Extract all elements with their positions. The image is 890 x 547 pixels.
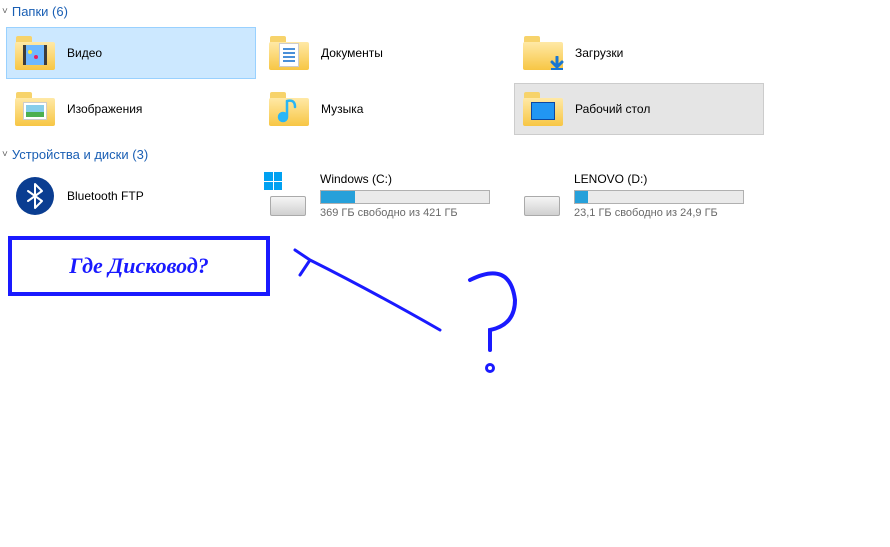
folders-grid: Видео Документы Загрузки Изображения <box>0 23 890 143</box>
device-label: Bluetooth FTP <box>67 189 144 203</box>
folder-music[interactable]: Музыка <box>260 83 510 135</box>
drive-info: Windows (C:) 369 ГБ свободно из 421 ГБ <box>320 172 506 219</box>
folder-video[interactable]: Видео <box>6 27 256 79</box>
folder-label: Видео <box>67 46 102 60</box>
devices-row: Bluetooth FTP Windows (C:) 369 ГБ свобод… <box>0 166 890 230</box>
devices-section-header[interactable]: ˅ Устройства и диски (3) <box>0 143 890 166</box>
folder-label: Документы <box>321 46 383 60</box>
annotation-arrow-icon <box>280 230 620 410</box>
downloads-folder-icon <box>519 29 567 77</box>
annotation-box: Где Дисковод? <box>8 236 270 296</box>
drive-c[interactable]: Windows (C:) 369 ГБ свободно из 421 ГБ <box>260 170 510 222</box>
documents-folder-icon <box>265 29 313 77</box>
folder-pictures[interactable]: Изображения <box>6 83 256 135</box>
chevron-down-icon: ˅ <box>2 149 8 160</box>
drive-subtitle: 369 ГБ свободно из 421 ГБ <box>320 207 506 219</box>
folder-label: Рабочий стол <box>575 102 650 116</box>
folder-label: Изображения <box>67 102 142 116</box>
pictures-folder-icon <box>11 85 59 133</box>
drive-subtitle: 23,1 ГБ свободно из 24,9 ГБ <box>574 207 760 219</box>
drive-info: LENOVO (D:) 23,1 ГБ свободно из 24,9 ГБ <box>574 172 760 219</box>
folder-desktop[interactable]: Рабочий стол <box>514 83 764 135</box>
folders-section-title: Папки (6) <box>12 4 68 19</box>
folder-downloads[interactable]: Загрузки <box>514 27 764 79</box>
annotation-text: Где Дисковод? <box>69 253 209 279</box>
folder-documents[interactable]: Документы <box>260 27 510 79</box>
device-bluetooth-ftp[interactable]: Bluetooth FTP <box>6 170 256 222</box>
system-drive-icon <box>264 172 312 220</box>
drive-capacity-bar <box>320 190 490 204</box>
video-folder-icon <box>11 29 59 77</box>
drive-capacity-bar <box>574 190 744 204</box>
folder-label: Загрузки <box>575 46 623 60</box>
chevron-down-icon: ˅ <box>2 6 8 17</box>
devices-section-title: Устройства и диски (3) <box>12 147 148 162</box>
folders-section-header[interactable]: ˅ Папки (6) <box>0 0 890 23</box>
data-drive-icon <box>518 172 566 220</box>
drive-title: Windows (C:) <box>320 172 506 186</box>
desktop-folder-icon <box>519 85 567 133</box>
music-folder-icon <box>265 85 313 133</box>
drive-d[interactable]: LENOVO (D:) 23,1 ГБ свободно из 24,9 ГБ <box>514 170 764 222</box>
drive-title: LENOVO (D:) <box>574 172 760 186</box>
folder-label: Музыка <box>321 102 363 116</box>
bluetooth-icon <box>11 172 59 220</box>
